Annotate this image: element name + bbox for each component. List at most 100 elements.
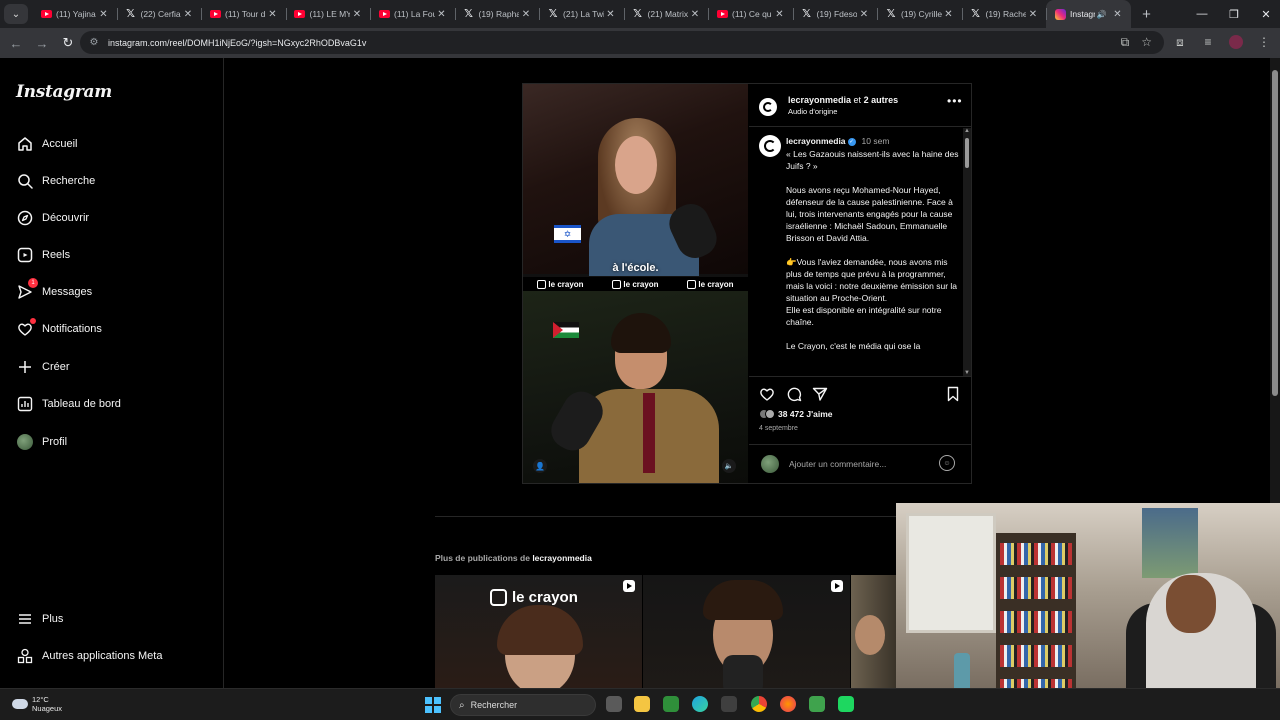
comments-scrollbar[interactable]: ▲ ▼ bbox=[963, 128, 971, 376]
media-control-icon[interactable]: ≡ bbox=[1198, 31, 1218, 53]
browser-tab[interactable]: (11) Ce qu ✕ bbox=[708, 0, 793, 28]
site-info-icon[interactable]: ⚙ bbox=[88, 37, 100, 49]
plus-icon bbox=[16, 358, 34, 376]
post-card: ✡ à l'école. le crayon le crayon le cray… bbox=[522, 83, 972, 484]
more-posts-username[interactable]: lecrayonmedia bbox=[532, 553, 592, 563]
author-avatar[interactable] bbox=[759, 98, 777, 116]
extensions-icon[interactable]: ⧈ bbox=[1170, 31, 1190, 53]
app-icon[interactable] bbox=[809, 696, 825, 712]
tab-close-icon[interactable]: ✕ bbox=[857, 9, 871, 20]
more-post-thumbnail[interactable] bbox=[851, 575, 896, 688]
tab-close-icon[interactable]: ✕ bbox=[519, 9, 533, 20]
likes-row[interactable]: 38 472 J'aime bbox=[759, 409, 832, 419]
sidebar-item-label: Profil bbox=[42, 436, 68, 448]
url-text[interactable]: instagram.com/reel/DOMH1iNjEoG/?igsh=NGx… bbox=[108, 38, 366, 48]
profile-avatar-icon[interactable] bbox=[1226, 31, 1246, 53]
edge-icon[interactable] bbox=[692, 696, 708, 712]
sidebar-item-tableau-de-bord[interactable]: Tableau de bord bbox=[16, 393, 121, 415]
comment-input[interactable] bbox=[789, 457, 929, 471]
minimize-button[interactable]: — bbox=[1186, 0, 1218, 28]
likes-count[interactable]: 38 472 J'aime bbox=[778, 409, 832, 419]
tab-close-icon[interactable]: ✕ bbox=[1111, 9, 1125, 20]
sidebar-item-recherche[interactable]: Recherche bbox=[16, 170, 95, 192]
task-view-icon[interactable] bbox=[606, 696, 622, 712]
weather-widget[interactable]: 12°C Nuageux bbox=[12, 695, 62, 713]
browser-tab[interactable]: (11) Tour d ✕ bbox=[201, 0, 286, 28]
firefox-icon[interactable] bbox=[780, 696, 796, 712]
taskbar-search[interactable]: ⌕ Rechercher bbox=[450, 694, 596, 716]
browser-tab[interactable]: (11) La Fou ✕ bbox=[370, 0, 455, 28]
close-window-button[interactable]: ✕ bbox=[1250, 0, 1280, 28]
tab-close-icon[interactable]: ✕ bbox=[266, 9, 280, 20]
app-icon[interactable] bbox=[838, 696, 854, 712]
address-bar[interactable]: ⚙ instagram.com/reel/DOMH1iNjEoG/?igsh=N… bbox=[80, 31, 1164, 54]
file-explorer-icon[interactable] bbox=[634, 696, 650, 712]
tab-close-icon[interactable]: ✕ bbox=[435, 9, 449, 20]
browser-tab[interactable]: 𝕏 (19) Rache ✕ bbox=[961, 0, 1047, 28]
install-app-icon[interactable]: ⧉ bbox=[1121, 35, 1130, 50]
back-button[interactable]: ← bbox=[4, 31, 28, 55]
sidebar-item-accueil[interactable]: Accueil bbox=[16, 133, 77, 155]
reel-video[interactable]: ✡ à l'école. le crayon le crayon le cray… bbox=[523, 84, 748, 483]
chrome-icon[interactable] bbox=[751, 696, 767, 712]
more-options-icon[interactable]: ••• bbox=[947, 94, 963, 108]
windows-taskbar: 12°C Nuageux ⌕ Rechercher bbox=[0, 688, 1280, 720]
browser-tab[interactable]: Instagr 🔊 ✕ bbox=[1046, 0, 1131, 28]
emoji-icon[interactable]: ☺ bbox=[939, 455, 955, 471]
brand-logo: le crayon bbox=[612, 279, 659, 289]
brand-logo: le crayon bbox=[490, 589, 578, 606]
tab-close-icon[interactable]: ✕ bbox=[773, 9, 787, 20]
tab-close-icon[interactable]: ✕ bbox=[1026, 9, 1040, 20]
tab-close-icon[interactable]: ✕ bbox=[350, 9, 364, 20]
more-post-thumbnail[interactable]: le crayon bbox=[435, 575, 642, 688]
browser-tab[interactable]: 𝕏 (21) Matrix ✕ bbox=[623, 0, 709, 28]
instagram-logo[interactable]: Instagram bbox=[16, 82, 112, 102]
sidebar-item-reels[interactable]: Reels bbox=[16, 244, 70, 266]
comment-avatar[interactable] bbox=[759, 135, 781, 157]
sidebar-item-notifications[interactable]: Notifications bbox=[16, 318, 102, 340]
sidebar-item-profil[interactable]: Profil bbox=[16, 431, 67, 453]
more-post-thumbnail[interactable] bbox=[643, 575, 850, 688]
audio-toggle-icon[interactable]: 🔈 bbox=[722, 459, 736, 473]
windows-start-icon[interactable] bbox=[425, 697, 441, 713]
audio-label[interactable]: Audio d'origine bbox=[788, 107, 837, 116]
new-tab-button[interactable]: + bbox=[1135, 6, 1159, 23]
brand-logo: le crayon bbox=[687, 279, 734, 289]
save-bookmark-icon[interactable] bbox=[945, 386, 961, 402]
browser-tab[interactable]: 𝕏 (21) La Twi ✕ bbox=[539, 0, 624, 28]
sidebar-item-plus[interactable]: Plus bbox=[16, 608, 63, 630]
tab-close-icon[interactable]: ✕ bbox=[181, 9, 195, 20]
forward-button[interactable]: → bbox=[30, 31, 54, 55]
tab-close-icon[interactable]: ✕ bbox=[688, 9, 702, 20]
post-author[interactable]: lecrayonmedia et 2 autres bbox=[788, 95, 898, 105]
comment-icon[interactable] bbox=[786, 386, 802, 402]
post-header: lecrayonmedia et 2 autres Audio d'origin… bbox=[749, 84, 971, 127]
browser-tab[interactable]: 𝕏 (19) Rapha ✕ bbox=[454, 0, 540, 28]
store-icon[interactable] bbox=[721, 696, 737, 712]
tab-label: (21) La Twi bbox=[563, 9, 604, 19]
tagged-users-icon[interactable]: 👤 bbox=[533, 459, 547, 473]
nvidia-icon[interactable] bbox=[663, 696, 679, 712]
tab-search-button[interactable]: ⌄ bbox=[4, 4, 28, 24]
sidebar-item-decouvrir[interactable]: Découvrir bbox=[16, 207, 89, 229]
sidebar-item-autres-applications-meta[interactable]: Autres applications Meta bbox=[16, 645, 162, 667]
like-heart-icon[interactable] bbox=[759, 386, 775, 402]
reload-button[interactable]: ↻ bbox=[56, 31, 80, 55]
sidebar-item-messages[interactable]: 1 Messages bbox=[16, 278, 92, 303]
browser-tab[interactable]: 𝕏 (22) Cerfia ✕ bbox=[116, 0, 202, 28]
browser-tab[interactable]: (11) LE MY ✕ bbox=[285, 0, 371, 28]
tab-strip: (11) Yajina ✕ 𝕏 (22) Cerfia ✕ (11) Tour d ✕ (11… bbox=[32, 0, 1131, 28]
maximize-button[interactable]: ❐ bbox=[1218, 0, 1250, 28]
share-icon[interactable] bbox=[812, 386, 828, 402]
tab-audio-icon[interactable]: 🔊 bbox=[1095, 10, 1109, 19]
browser-tab[interactable]: 𝕏 (19) Cyrille ✕ bbox=[877, 0, 962, 28]
sidebar-item-creer[interactable]: Créer bbox=[16, 356, 70, 378]
browser-tab[interactable]: (11) Yajina ✕ bbox=[32, 0, 117, 28]
comment-username[interactable]: lecrayonmedia ✓ 10 sem bbox=[786, 136, 889, 146]
bookmark-star-icon[interactable]: ☆ bbox=[1141, 35, 1152, 50]
browser-tab[interactable]: 𝕏 (19) Fdeso ✕ bbox=[792, 0, 878, 28]
tab-close-icon[interactable]: ✕ bbox=[97, 9, 111, 20]
browser-menu-icon[interactable]: ⋮ bbox=[1254, 31, 1274, 53]
tab-close-icon[interactable]: ✕ bbox=[604, 9, 618, 20]
tab-close-icon[interactable]: ✕ bbox=[942, 9, 956, 20]
